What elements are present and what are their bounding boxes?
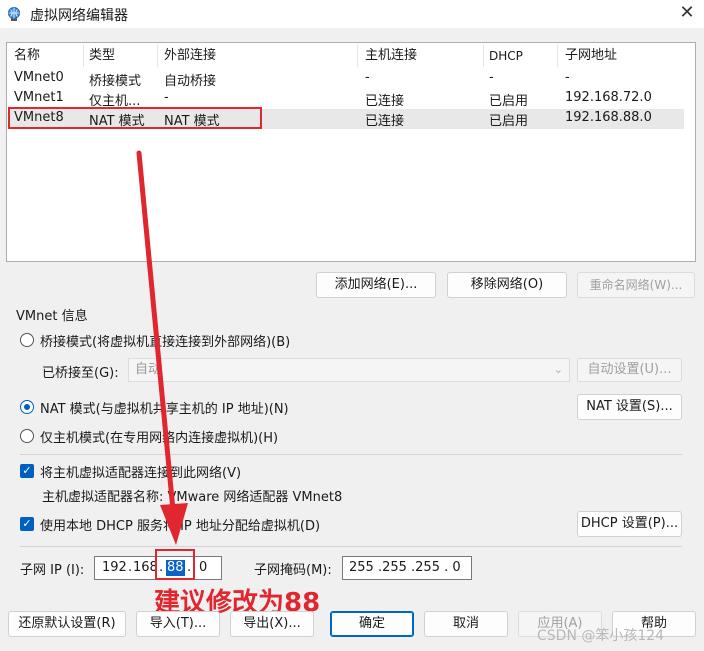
- nat-radio[interactable]: [20, 400, 34, 414]
- column-header-dhcp[interactable]: DHCP: [489, 45, 523, 67]
- subnet-mask-label: 子网掩码(M):: [254, 563, 332, 578]
- row-external: 自动桥接: [164, 74, 217, 89]
- divider: [20, 454, 682, 455]
- rename-network-button[interactable]: 重命名网络(W)...: [577, 272, 695, 298]
- remove-network-button[interactable]: 移除网络(O): [447, 272, 567, 298]
- column-header-external[interactable]: 外部连接: [164, 45, 216, 67]
- hostonly-radio[interactable]: [20, 429, 34, 443]
- ok-button[interactable]: 确定: [330, 611, 414, 637]
- column-header-host[interactable]: 主机连接: [365, 45, 417, 67]
- table-row[interactable]: VMnet0 桥接模式 自动桥接 - - -: [8, 69, 684, 89]
- bridged-to-value: 自动: [135, 362, 162, 377]
- group-title: VMnet 信息: [16, 309, 88, 324]
- title-bar: 虚拟网络编辑器 ✕: [0, 0, 704, 28]
- row-subnet: 192.168.72.0: [565, 90, 652, 105]
- restore-defaults-button[interactable]: 还原默认设置(R): [8, 611, 126, 637]
- row-dhcp: -: [489, 70, 494, 85]
- dhcp-checkbox[interactable]: ✓: [20, 517, 34, 531]
- network-list[interactable]: 名称 类型 外部连接 主机连接 DHCP 子网地址 VMnet0 桥接模式 自动…: [6, 42, 696, 262]
- auto-settings-button[interactable]: 自动设置(U)...: [577, 358, 682, 382]
- column-header-name[interactable]: 名称: [14, 45, 40, 67]
- close-button[interactable]: ✕: [670, 0, 704, 28]
- bridged-to-select[interactable]: 自动 ⌄: [128, 358, 570, 382]
- subnet-mask-value[interactable]: 255 .255 .255 . 0: [349, 560, 461, 575]
- add-network-button[interactable]: 添加网络(E)...: [316, 272, 436, 298]
- column-divider: [557, 45, 558, 67]
- watermark: CSDN @笨小孩124: [537, 628, 665, 644]
- highlight-box: [155, 549, 195, 580]
- nat-settings-button[interactable]: NAT 设置(S)...: [577, 394, 682, 420]
- bridged-label[interactable]: 桥接模式(将虚拟机直接连接到外部网络)(B): [40, 331, 290, 350]
- row-dhcp: 已启用: [489, 94, 529, 109]
- column-divider: [483, 45, 484, 67]
- window-title: 虚拟网络编辑器: [30, 8, 128, 24]
- row-host: 已连接: [365, 114, 405, 129]
- import-button[interactable]: 导入(T)...: [136, 611, 220, 637]
- column-header-subnet[interactable]: 子网地址: [565, 45, 617, 67]
- ip-dot: .: [128, 560, 133, 575]
- row-dhcp: 已启用: [489, 114, 529, 129]
- row-subnet: -: [565, 70, 570, 85]
- row-subnet: 192.168.88.0: [565, 110, 652, 125]
- connect-adapter-checkbox[interactable]: ✓: [20, 464, 34, 478]
- ip-octet-1[interactable]: 192: [102, 557, 127, 579]
- row-external: -: [164, 90, 169, 105]
- subnet-ip-label: 子网 IP (I):: [20, 563, 85, 578]
- chevron-down-icon: ⌄: [553, 363, 563, 376]
- dhcp-settings-button[interactable]: DHCP 设置(P)...: [577, 511, 682, 537]
- connect-adapter-label[interactable]: 将主机虚拟适配器连接到此网络(V): [40, 462, 241, 481]
- row-type: 桥接模式: [89, 74, 142, 89]
- bridged-to-label: 已桥接至(G):: [42, 366, 119, 381]
- subnet-mask-input[interactable]: 255 .255 .255 . 0: [342, 556, 472, 580]
- export-button[interactable]: 导出(X)...: [230, 611, 314, 637]
- column-divider: [357, 45, 358, 67]
- row-host: 已连接: [365, 94, 405, 109]
- divider: [20, 546, 682, 547]
- column-divider: [157, 45, 158, 67]
- column-divider: [83, 45, 84, 67]
- adapter-name-label: 主机虚拟适配器名称: VMware 网络适配器 VMnet8: [42, 490, 343, 505]
- table-row[interactable]: VMnet1 仅主机... - 已连接 已启用 192.168.72.0: [8, 89, 684, 109]
- dhcp-label[interactable]: 使用本地 DHCP 服务将 IP 地址分配给虚拟机(D): [40, 515, 320, 534]
- nat-label[interactable]: NAT 模式(与虚拟机共享主机的 IP 地址)(N): [40, 398, 289, 417]
- row-name: VMnet1: [14, 90, 64, 105]
- bridged-radio[interactable]: [20, 333, 34, 347]
- column-header-type[interactable]: 类型: [89, 45, 115, 67]
- ip-octet-4[interactable]: 0: [199, 557, 207, 579]
- network-globe-icon: [8, 7, 20, 21]
- hostonly-label[interactable]: 仅主机模式(在专用网络内连接虚拟机)(H): [40, 427, 278, 446]
- highlight-box: [8, 107, 262, 129]
- row-name: VMnet0: [14, 70, 64, 85]
- cancel-button[interactable]: 取消: [424, 611, 508, 637]
- row-host: -: [365, 70, 370, 85]
